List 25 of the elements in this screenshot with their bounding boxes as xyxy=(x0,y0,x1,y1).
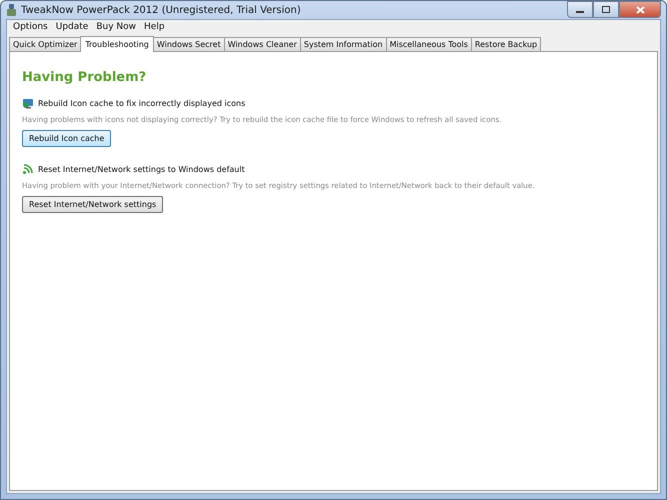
monitor-globe-icon xyxy=(22,97,34,109)
close-icon xyxy=(636,6,644,14)
menu-item[interactable]: Update xyxy=(52,22,92,32)
tab[interactable]: Restore Backup xyxy=(470,37,542,51)
window-title: TweakNow PowerPack 2012 (Unregistered, Trial Version) xyxy=(21,4,302,16)
app-icon xyxy=(6,4,17,16)
page-heading: Having Problem? xyxy=(22,70,148,85)
tab[interactable]: System Information xyxy=(300,37,387,51)
minimize-button[interactable] xyxy=(567,1,593,18)
section-title: Rebuild Icon cache to fix incorrectly displayed icons xyxy=(38,98,246,108)
tab[interactable]: Windows Cleaner xyxy=(224,37,301,51)
maximize-button[interactable] xyxy=(593,1,619,18)
section-title: Reset Internet/Network settings to Windows default xyxy=(38,164,245,174)
tab[interactable]: Troubleshooting xyxy=(80,36,154,52)
menu-item[interactable]: Buy Now xyxy=(92,22,140,32)
close-button[interactable] xyxy=(619,1,661,18)
maximize-icon xyxy=(602,6,610,13)
action-button[interactable]: Reset Internet/Network settings xyxy=(22,196,164,213)
tab[interactable]: Miscellaneous Tools xyxy=(386,37,472,51)
tab[interactable]: Quick Optimizer xyxy=(9,37,82,51)
tab[interactable]: Windows Secret xyxy=(152,37,225,51)
menu-item[interactable]: Options xyxy=(9,22,52,32)
wireless-signal-icon xyxy=(22,163,34,175)
menu-item[interactable]: Help xyxy=(140,22,169,32)
action-button[interactable]: Rebuild Icon cache xyxy=(22,130,112,147)
